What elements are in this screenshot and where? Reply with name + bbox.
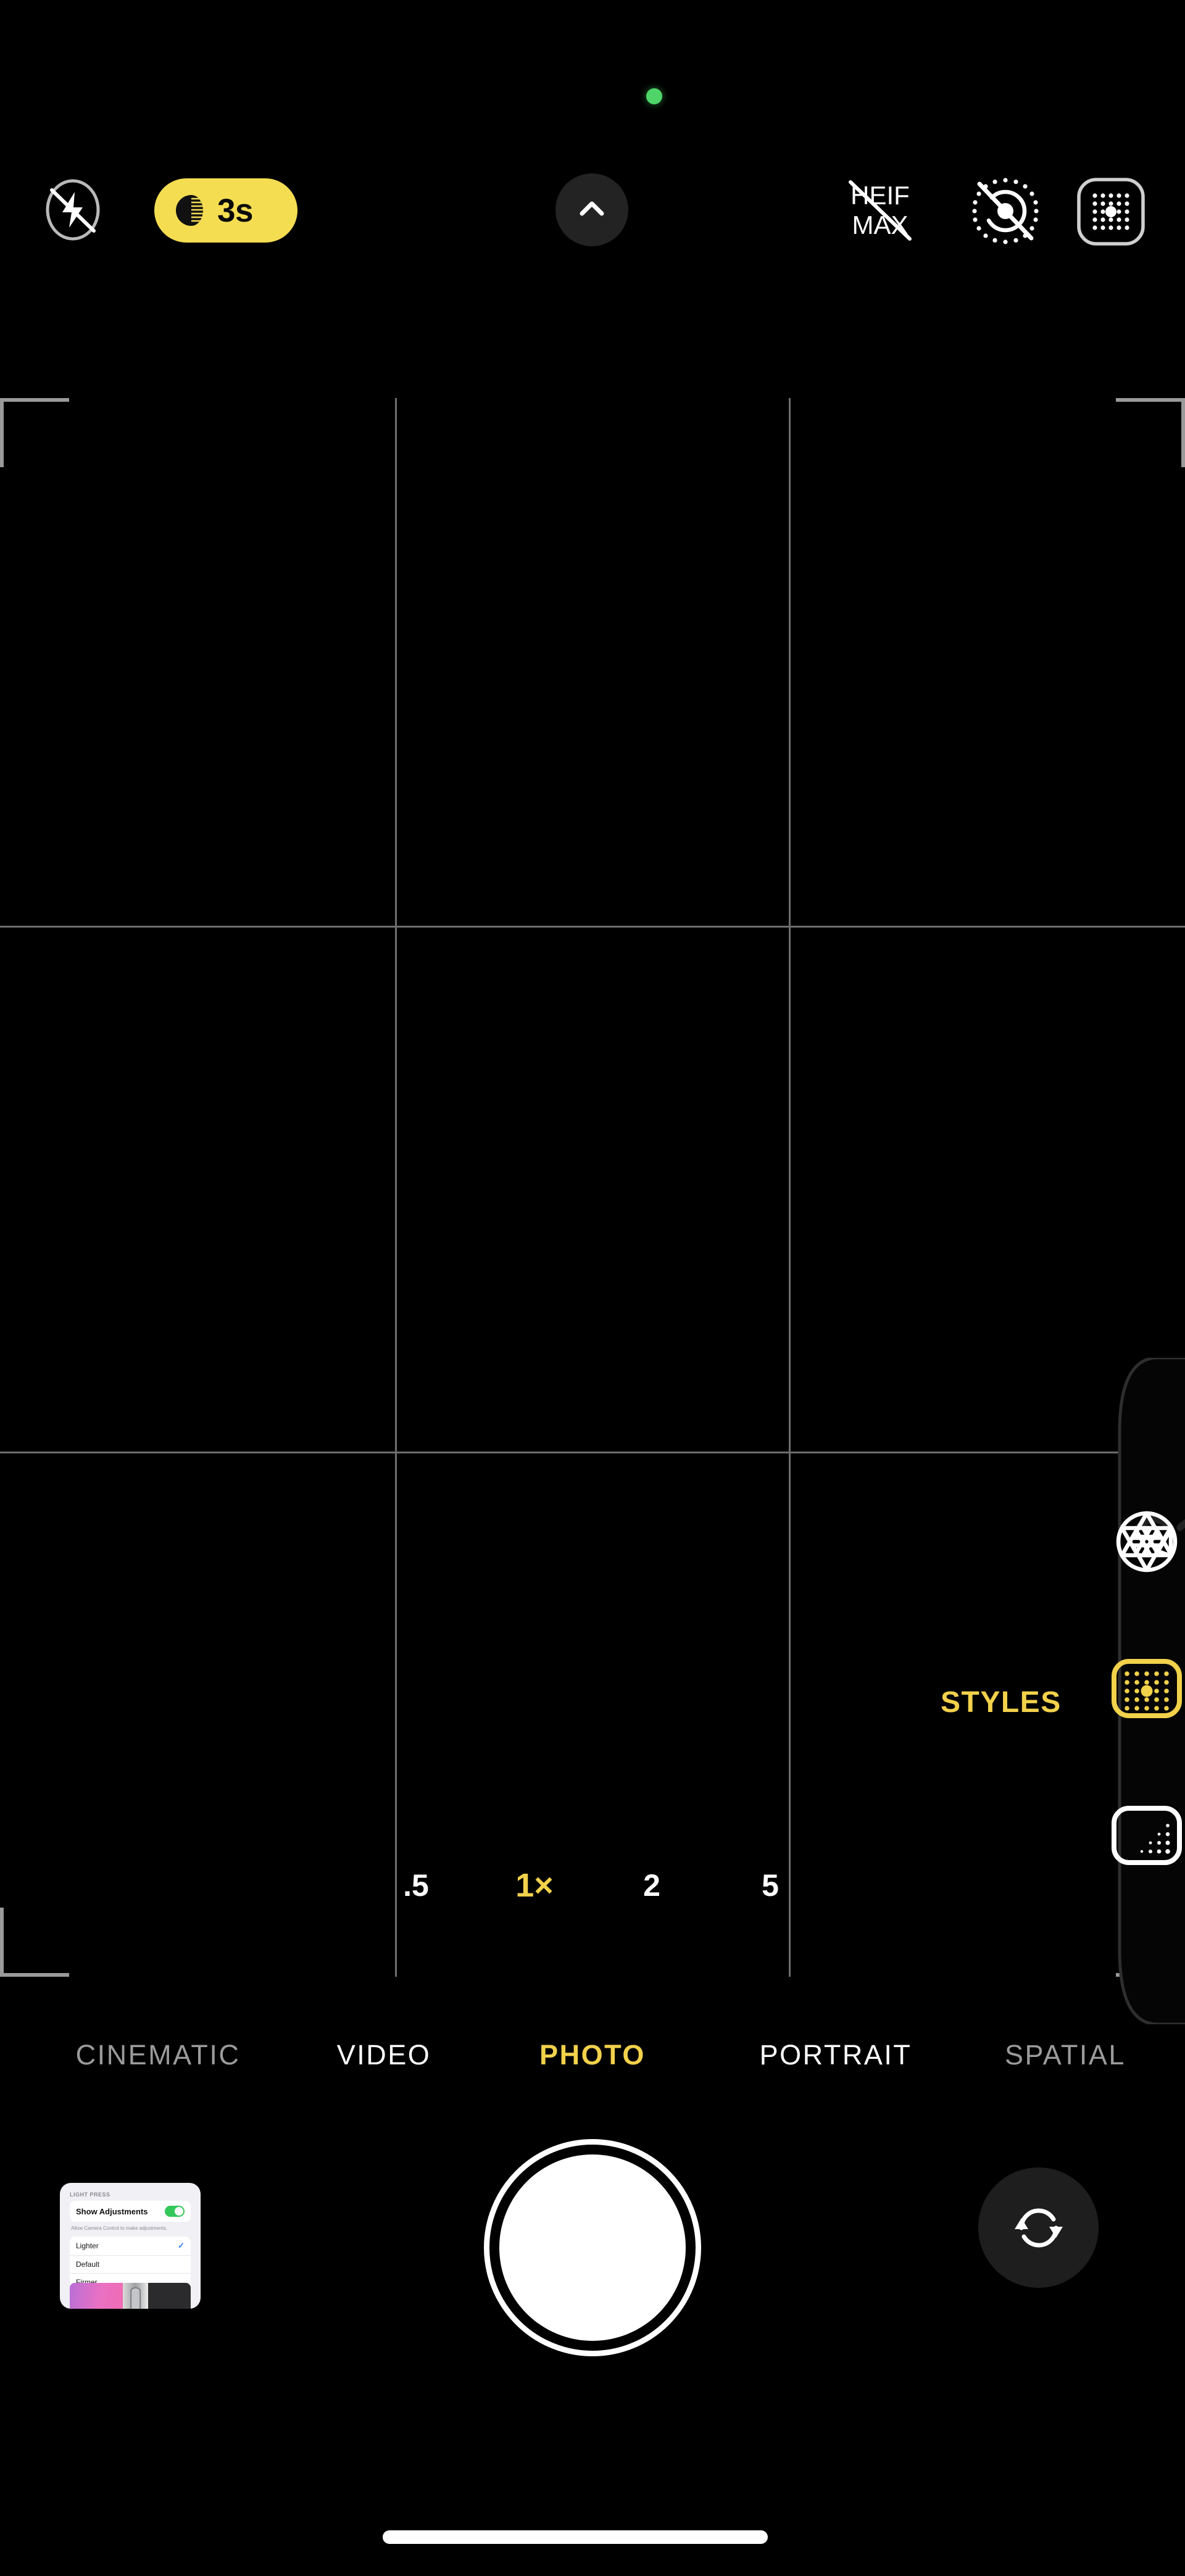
thumbnail-strip-dark bbox=[148, 2283, 191, 2309]
thumbnail-section-header: LIGHT PRESS bbox=[70, 2192, 110, 2198]
zoom-option-1x[interactable]: 1× bbox=[515, 1858, 554, 1913]
check-icon: ✓ bbox=[178, 2240, 185, 2250]
thumbnail-strip-pink bbox=[70, 2283, 123, 2309]
styles-panel-icon-list bbox=[1111, 1506, 1185, 1871]
svg-text:HEIF: HEIF bbox=[850, 181, 910, 210]
svg-text:MAX: MAX bbox=[852, 210, 908, 239]
thumbnail-strip-gray bbox=[123, 2283, 148, 2309]
night-mode-duration: 3s bbox=[217, 192, 253, 229]
styles-label: STYLES bbox=[941, 1686, 1062, 1719]
viewfinder[interactable] bbox=[0, 398, 1185, 1977]
capture-mode-selector: CINEMATIC VIDEO PHOTO PORTRAIT SPATIAL bbox=[0, 2027, 1185, 2083]
camera-in-use-dot bbox=[646, 88, 662, 104]
night-mode-button[interactable]: 3s bbox=[154, 178, 297, 243]
aperture-icon[interactable] bbox=[1111, 1506, 1183, 1577]
last-photo-thumbnail[interactable]: LIGHT PRESS Show Adjustments Allow Camer… bbox=[60, 2183, 201, 2309]
home-indicator-bar[interactable] bbox=[383, 2530, 768, 2544]
thumbnail-image-strip bbox=[70, 2283, 191, 2309]
viewfinder-corner-top-right bbox=[1116, 398, 1185, 467]
styles-grid-icon[interactable] bbox=[1111, 1653, 1183, 1724]
thumbnail-toggle-switch bbox=[165, 2206, 185, 2217]
flash-off-icon[interactable] bbox=[37, 174, 109, 246]
thumbnail-option-label: Default bbox=[76, 2259, 100, 2269]
thumbnail-toggle-label: Show Adjustments bbox=[76, 2206, 148, 2216]
night-mode-icon bbox=[174, 193, 209, 228]
shutter-button[interactable] bbox=[484, 2139, 701, 2356]
zoom-option-5x[interactable]: 5 bbox=[762, 1858, 779, 1913]
live-photo-off-icon[interactable] bbox=[969, 175, 1042, 247]
thumbnail-toggle-row: Show Adjustments bbox=[70, 2201, 191, 2222]
viewfinder-corner-bottom-left bbox=[0, 1908, 69, 1977]
camera-app-screen: 3s HEIF MAX STYLES .5 1× 2 5 CINEMATIC V… bbox=[0, 0, 1185, 2576]
chevron-up-icon[interactable] bbox=[555, 173, 628, 246]
grid-line-horizontal-1 bbox=[0, 926, 1185, 928]
top-control-bar: 3s HEIF MAX bbox=[0, 164, 1185, 256]
viewfinder-corner-top-left bbox=[0, 398, 69, 467]
camera-flip-button[interactable] bbox=[978, 2167, 1099, 2288]
grid-line-horizontal-2 bbox=[0, 1452, 1185, 1453]
mode-portrait[interactable]: PORTRAIT bbox=[760, 2027, 912, 2083]
photographic-styles-icon[interactable] bbox=[1075, 176, 1147, 247]
thumbnail-option-row: Lighter ✓ bbox=[70, 2237, 191, 2256]
mode-cinematic[interactable]: CINEMATIC bbox=[76, 2027, 241, 2083]
zoom-option-2x[interactable]: 2 bbox=[643, 1858, 660, 1913]
thumbnail-description: Allow Camera Control to make adjustments… bbox=[71, 2225, 168, 2231]
grid-line-vertical-2 bbox=[789, 398, 791, 1977]
mode-video[interactable]: VIDEO bbox=[337, 2027, 431, 2083]
thumbnail-option-row: Default bbox=[70, 2256, 191, 2274]
zoom-level-bar: .5 1× 2 5 bbox=[0, 1858, 1185, 1913]
viewfinder-corner-bottom-right bbox=[1116, 1908, 1185, 1977]
thumbnail-option-label: Lighter bbox=[76, 2241, 99, 2250]
shutter-button-inner bbox=[499, 2154, 686, 2341]
zoom-option-05x[interactable]: .5 bbox=[403, 1858, 429, 1913]
heif-max-off-icon[interactable]: HEIF MAX bbox=[841, 177, 920, 244]
mode-spatial[interactable]: SPATIAL bbox=[1005, 2027, 1126, 2083]
camera-flip-icon bbox=[1014, 2208, 1063, 2248]
grid-line-vertical-1 bbox=[395, 398, 397, 1977]
mode-photo[interactable]: PHOTO bbox=[539, 2027, 646, 2083]
